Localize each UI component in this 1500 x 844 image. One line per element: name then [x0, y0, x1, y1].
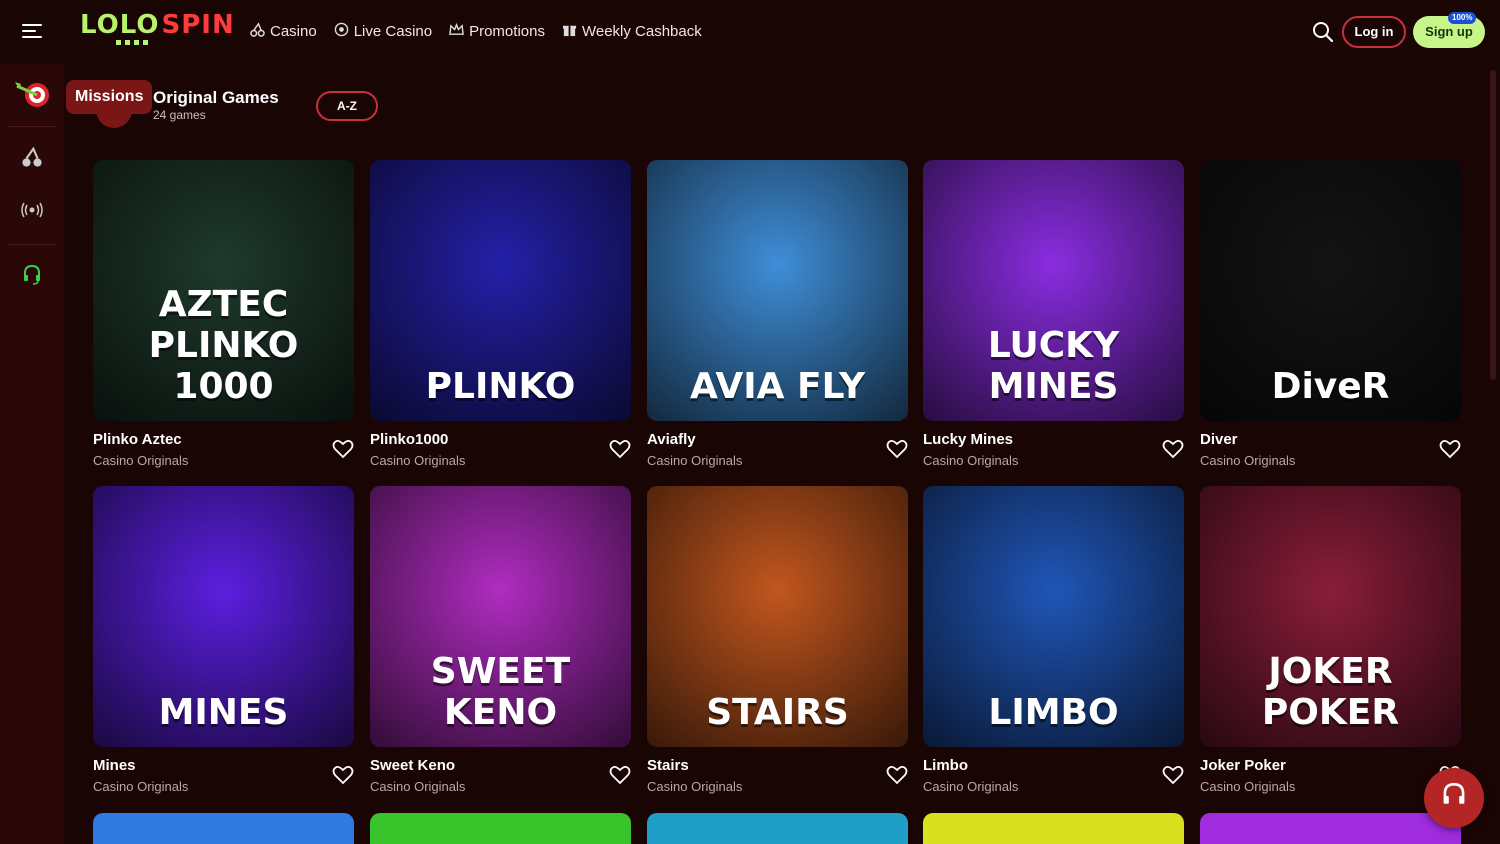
game-card[interactable]: DiveR Diver Casino Originals — [1200, 160, 1461, 468]
game-thumbnail[interactable]: MINES — [93, 486, 354, 747]
game-card[interactable]: AZTEC PLINKO 1000 Plinko Aztec Casino Orig… — [93, 160, 354, 468]
favorite-heart-icon[interactable] — [1162, 439, 1184, 461]
game-thumbnail-partial[interactable] — [647, 813, 908, 844]
nav-casino[interactable]: Casino — [250, 22, 317, 40]
nav-live-casino[interactable]: Live Casino — [334, 22, 432, 40]
page-scrollbar[interactable] — [1490, 70, 1496, 380]
game-thumbnail[interactable]: LIMBO — [923, 486, 1184, 747]
headset-icon — [1442, 782, 1466, 814]
game-art-title: AVIA FLY — [689, 366, 866, 407]
game-name: Sweet Keno — [370, 757, 456, 774]
game-name: Plinko Aztec — [93, 431, 182, 448]
favorite-heart-icon[interactable] — [886, 439, 908, 461]
gift-icon — [562, 22, 577, 40]
game-card[interactable]: PLINKO Plinko1000 Casino Originals — [370, 160, 631, 468]
game-thumbnail[interactable]: DiveR — [1200, 160, 1461, 421]
support-chat-button[interactable] — [1424, 768, 1484, 828]
login-button[interactable]: Log in — [1342, 16, 1406, 48]
game-card[interactable]: MINES Mines Casino Originals — [93, 486, 354, 794]
game-art-title: AZTEC PLINKO 1000 — [148, 284, 299, 407]
game-provider: Casino Originals — [1200, 779, 1296, 794]
game-card[interactable]: STAIRS Stairs Casino Originals — [647, 486, 908, 794]
game-card[interactable]: SWEET KENO Sweet Keno Casino Originals — [370, 486, 631, 794]
section-title: Original Games — [153, 88, 279, 107]
sidebar-casino[interactable] — [0, 144, 64, 174]
favorite-heart-icon[interactable] — [332, 439, 354, 461]
game-thumbnail-partial[interactable] — [370, 813, 631, 844]
search-icon[interactable] — [1312, 21, 1334, 43]
game-name: Plinko1000 — [370, 431, 449, 448]
favorite-heart-icon[interactable] — [1162, 765, 1184, 787]
game-art-title: LUCKY MINES — [987, 325, 1120, 407]
game-provider: Casino Originals — [647, 779, 743, 794]
favorite-heart-icon[interactable] — [609, 765, 631, 787]
game-name: Mines — [93, 757, 136, 774]
favorite-heart-icon[interactable] — [609, 439, 631, 461]
game-thumbnail[interactable]: PLINKO — [370, 160, 631, 421]
nav-promotions[interactable]: Promotions — [449, 22, 545, 40]
cherry-icon — [21, 146, 43, 173]
game-thumbnail[interactable]: AZTEC PLINKO 1000 — [93, 160, 354, 421]
game-provider: Casino Originals — [923, 453, 1019, 468]
cherry-icon — [250, 22, 265, 40]
game-thumbnail-partial[interactable] — [1200, 813, 1461, 844]
game-thumbnail[interactable]: AVIA FLY — [647, 160, 908, 421]
sidebar-live-casino[interactable] — [0, 197, 64, 227]
game-name: Diver — [1200, 431, 1238, 448]
site-logo[interactable]: LOLO SPIN — [80, 10, 235, 50]
game-art-title: PLINKO — [425, 366, 576, 407]
game-provider: Casino Originals — [370, 779, 466, 794]
nav-weekly-cashback[interactable]: Weekly Cashback — [562, 22, 702, 40]
sidebar-missions[interactable] — [0, 76, 64, 116]
game-thumbnail[interactable]: LUCKY MINES — [923, 160, 1184, 421]
game-art-title: MINES — [158, 692, 289, 733]
game-provider: Casino Originals — [370, 453, 466, 468]
game-thumbnail[interactable]: STAIRS — [647, 486, 908, 747]
crown-icon — [449, 22, 464, 40]
game-provider: Casino Originals — [93, 779, 189, 794]
game-thumbnail[interactable]: JOKER POKER — [1200, 486, 1461, 747]
left-sidebar — [0, 64, 64, 844]
game-name: Lucky Mines — [923, 431, 1014, 448]
game-provider: Casino Originals — [93, 453, 189, 468]
missions-tooltip: Missions — [66, 80, 153, 114]
hamburger-menu-icon[interactable] — [22, 24, 42, 40]
sidebar-support[interactable] — [0, 262, 64, 292]
game-thumbnail-partial[interactable] — [93, 813, 354, 844]
game-provider: Casino Originals — [1200, 453, 1296, 468]
game-art-title: STAIRS — [706, 692, 849, 733]
game-art-title: JOKER POKER — [1261, 651, 1400, 733]
game-art-title: LIMBO — [988, 692, 1119, 733]
sort-az-button[interactable]: A-Z — [316, 91, 378, 121]
games-count: 24 games — [153, 108, 206, 122]
live-broadcast-icon — [21, 201, 43, 224]
headset-icon — [23, 264, 41, 290]
favorite-heart-icon[interactable] — [886, 765, 908, 787]
game-name: Limbo — [923, 757, 968, 774]
game-card[interactable]: LUCKY MINES Lucky Mines Casino Originals — [923, 160, 1184, 468]
game-provider: Casino Originals — [923, 779, 1019, 794]
game-thumbnail-partial[interactable] — [923, 813, 1184, 844]
game-provider: Casino Originals — [647, 453, 743, 468]
game-name: Stairs — [647, 757, 689, 774]
game-card[interactable]: AVIA FLY Aviafly Casino Originals — [647, 160, 908, 468]
favorite-heart-icon[interactable] — [332, 765, 354, 787]
live-icon — [334, 22, 349, 40]
dart-target-icon — [13, 78, 51, 115]
favorite-heart-icon[interactable] — [1439, 439, 1461, 461]
game-name: Joker Poker — [1200, 757, 1286, 774]
game-card[interactable]: LIMBO Limbo Casino Originals — [923, 486, 1184, 794]
top-header: LOLOSPIN Casino Live Casino Promotions — [0, 0, 1500, 64]
signup-bonus-badge: 100% — [1448, 12, 1477, 24]
game-name: Aviafly — [647, 431, 696, 448]
game-art-title: DiveR — [1271, 366, 1390, 407]
game-card[interactable]: JOKER POKER Joker Poker Casino Originals — [1200, 486, 1461, 794]
game-thumbnail[interactable]: SWEET KENO — [370, 486, 631, 747]
game-art-title: SWEET KENO — [430, 651, 571, 733]
main-nav: Casino Live Casino Promotions Weekly Cas… — [250, 22, 702, 40]
